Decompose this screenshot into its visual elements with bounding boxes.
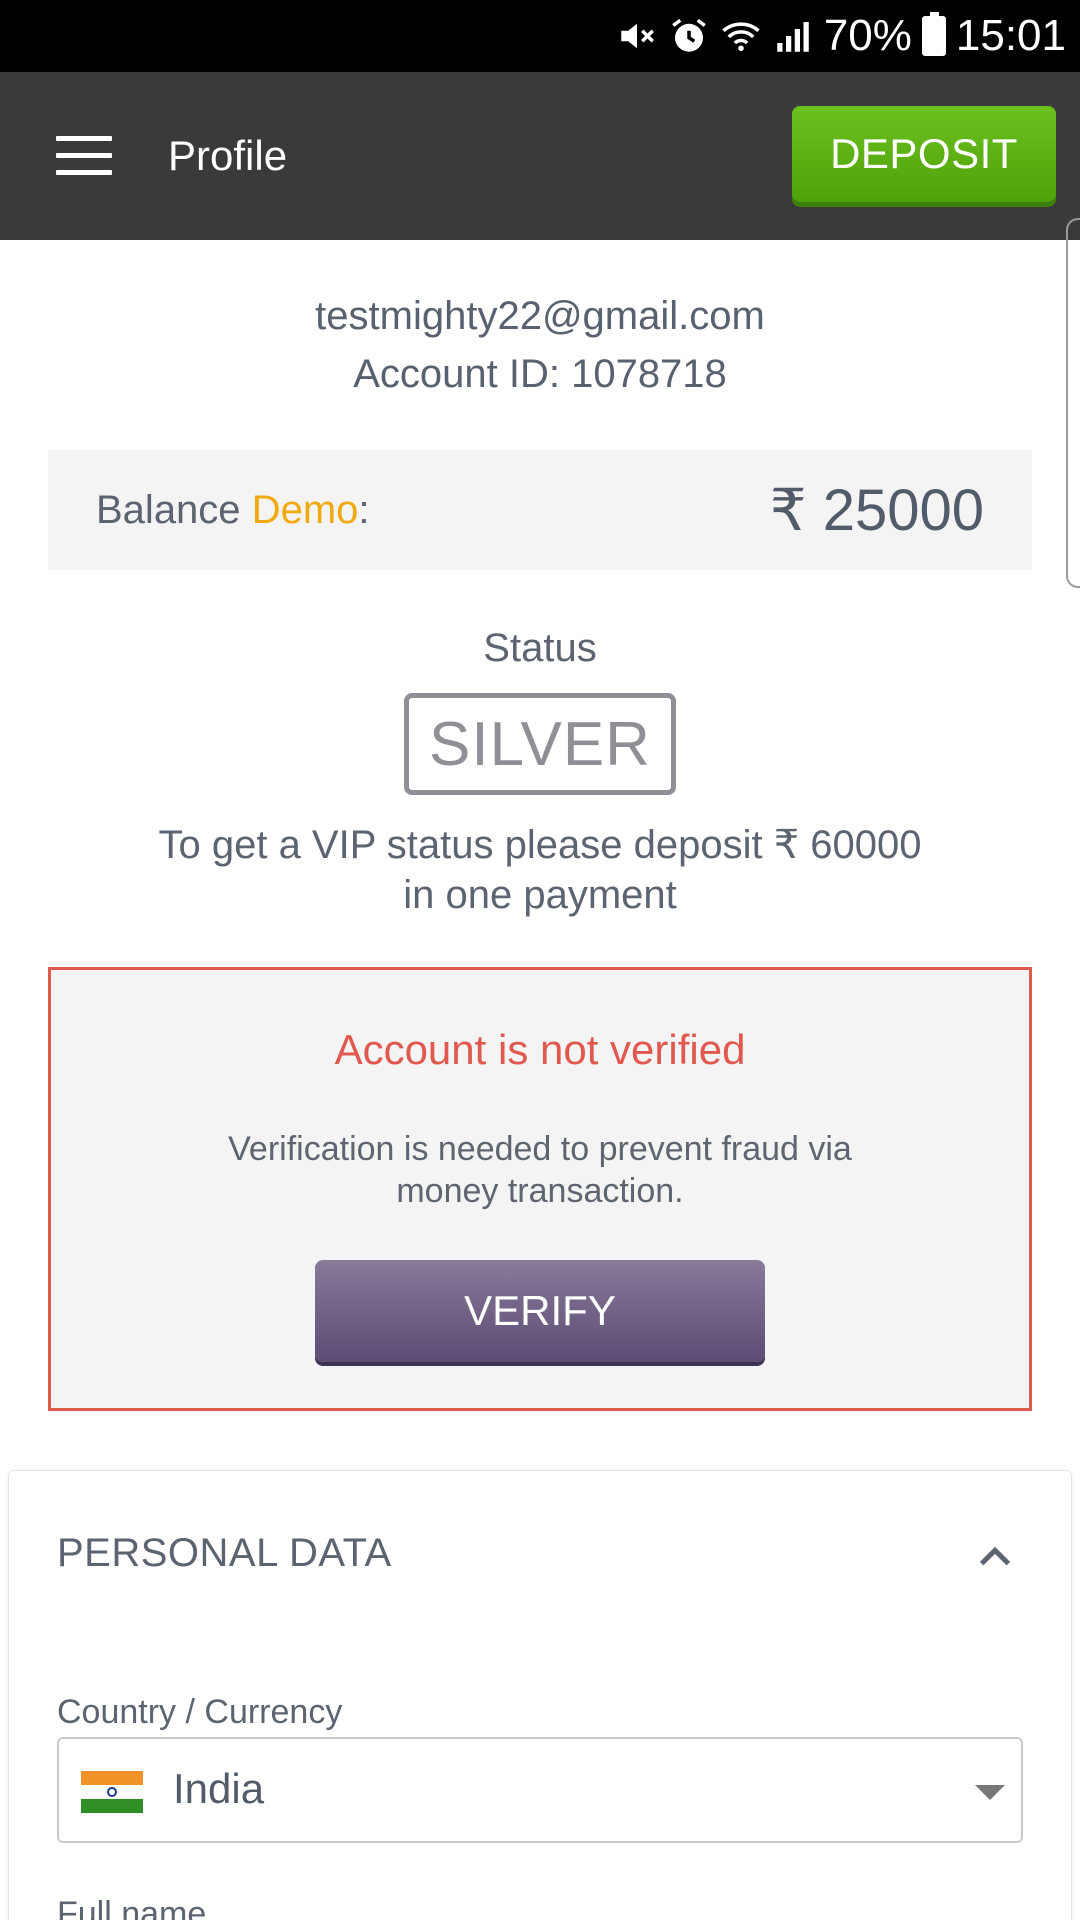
verification-alert: Account is not verified Verification is …	[48, 967, 1032, 1411]
country-currency-select[interactable]: India	[57, 1737, 1023, 1843]
status-bar: 70% 15:01	[0, 0, 1080, 72]
balance-value: ₹ 25000	[769, 478, 984, 543]
battery-percentage: 70%	[823, 11, 912, 60]
chevron-up-icon[interactable]	[975, 1537, 1015, 1577]
balance-mode: Demo	[251, 488, 359, 532]
india-flag-icon	[81, 1771, 143, 1813]
app-bar: Profile DEPOSIT	[0, 72, 1080, 240]
hamburger-menu-icon[interactable]	[56, 136, 112, 176]
signal-icon	[777, 22, 809, 52]
personal-data-title[interactable]: PERSONAL DATA	[57, 1531, 392, 1576]
vip-hint-line-1: To get a VIP status please deposit ₹ 600…	[158, 823, 922, 867]
balance-label-text: Balance	[96, 488, 241, 532]
wifi-icon	[722, 22, 760, 52]
balance-panel: Balance Demo: ₹ 25000	[48, 450, 1032, 570]
alarm-icon	[672, 18, 706, 52]
vip-hint-line-2: in one payment	[403, 873, 677, 917]
dropdown-arrow-icon	[975, 1785, 1005, 1800]
status-title: Status	[483, 626, 597, 670]
verification-description-line-2: money transaction.	[396, 1172, 684, 1210]
side-drawer-handle[interactable]	[1066, 218, 1080, 588]
account-id: Account ID: 1078718	[353, 352, 727, 396]
verification-title: Account is not verified	[334, 1026, 746, 1073]
balance-label-suffix: :	[358, 488, 370, 532]
deposit-button[interactable]: DEPOSIT	[792, 106, 1056, 202]
full-name-label: Full name	[57, 1895, 207, 1920]
country-value: India	[173, 1765, 265, 1812]
page-title: Profile	[168, 132, 288, 179]
vip-hint: To get a VIP status please deposit ₹ 600…	[100, 820, 980, 920]
status-badge: SILVER	[404, 693, 676, 795]
battery-icon	[921, 12, 946, 56]
verification-description-line-1: Verification is needed to prevent fraud …	[228, 1130, 852, 1168]
mute-icon	[621, 23, 654, 49]
personal-data-section: PERSONAL DATA Country / Currency India F…	[8, 1470, 1072, 1920]
status-bar-indicators: 70% 15:01	[616, 0, 1066, 72]
verification-description: Verification is needed to prevent fraud …	[171, 1128, 909, 1212]
clock: 15:01	[955, 11, 1066, 60]
balance-label: Balance Demo:	[96, 488, 370, 533]
country-currency-label: Country / Currency	[57, 1693, 343, 1731]
verify-button[interactable]: VERIFY	[315, 1260, 765, 1362]
account-email: testmighty22@gmail.com	[315, 294, 765, 338]
